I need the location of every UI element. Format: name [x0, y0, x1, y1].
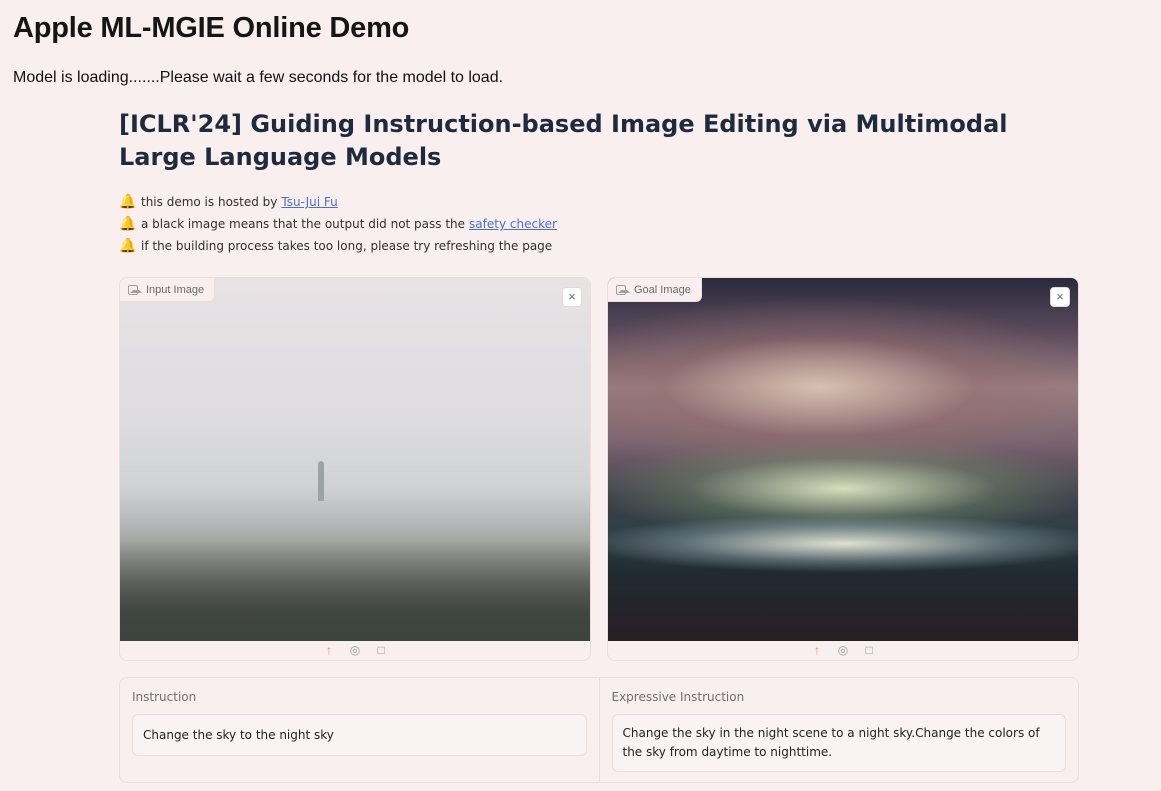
expressive-instruction-output[interactable]: Change the sky in the night scene to a n…	[611, 714, 1066, 772]
loading-status: Model is loading.......Please wait a few…	[13, 69, 504, 86]
input-image-label: Input Image	[120, 278, 216, 302]
note-item: 🔔 this demo is hosted by Tsu-Jui Fu	[119, 191, 557, 213]
instruction-box: Instruction Change the sky to the night …	[119, 677, 1079, 783]
input-toolbar: ↑ ◎ □	[120, 639, 590, 660]
goal-image-label-text: Goal Image	[634, 283, 691, 296]
input-image-label-text: Input Image	[146, 283, 205, 296]
bell-icon: 🔔	[119, 238, 137, 254]
expressive-instruction-field: Expressive Instruction Change the sky in…	[598, 678, 1079, 782]
image-icon	[128, 284, 142, 295]
clipboard-icon[interactable]: □	[862, 643, 876, 657]
safety-checker-link[interactable]: safety checker	[469, 217, 557, 231]
app-heading: [ICLR'24] Guiding Instruction-based Imag…	[119, 110, 1008, 171]
page-title: Apple ML-MGIE Online Demo	[13, 12, 410, 44]
bell-icon: 🔔	[119, 194, 137, 210]
author-link[interactable]: Tsu-Jui Fu	[281, 195, 337, 209]
upload-icon[interactable]: ↑	[810, 643, 824, 657]
goal-image-panel[interactable]: Goal Image × ↑ ◎ □	[607, 277, 1079, 661]
instruction-field: Instruction Change the sky to the night …	[120, 678, 599, 782]
image-icon	[616, 284, 630, 295]
clear-goal-button[interactable]: ×	[1050, 287, 1070, 307]
clear-input-button[interactable]: ×	[562, 287, 582, 307]
instruction-label: Instruction	[132, 690, 197, 704]
city-lights	[608, 503, 1078, 593]
note-item: 🔔 if the building process takes too long…	[119, 235, 557, 257]
goal-image-label: Goal Image	[608, 278, 702, 302]
city-tower	[318, 461, 324, 501]
webcam-icon[interactable]: ◎	[348, 643, 362, 657]
expressive-instruction-label: Expressive Instruction	[611, 690, 745, 704]
instruction-input[interactable]: Change the sky to the night sky	[132, 714, 587, 756]
note-text: a black image means that the output did …	[141, 217, 466, 231]
bell-icon: 🔔	[119, 216, 137, 232]
note-item: 🔔 a black image means that the output di…	[119, 213, 557, 235]
input-image[interactable]	[120, 278, 590, 641]
webcam-icon[interactable]: ◎	[836, 643, 850, 657]
goal-image[interactable]	[608, 278, 1078, 641]
note-text: this demo is hosted by	[141, 195, 278, 209]
upload-icon[interactable]: ↑	[322, 643, 336, 657]
goal-toolbar: ↑ ◎ □	[608, 639, 1078, 660]
notes-list: 🔔 this demo is hosted by Tsu-Jui Fu 🔔 a …	[119, 191, 557, 257]
input-image-panel[interactable]: Input Image × ↑ ◎ □	[119, 277, 591, 661]
clipboard-icon[interactable]: □	[374, 643, 388, 657]
note-text: if the building process takes too long, …	[141, 239, 553, 253]
